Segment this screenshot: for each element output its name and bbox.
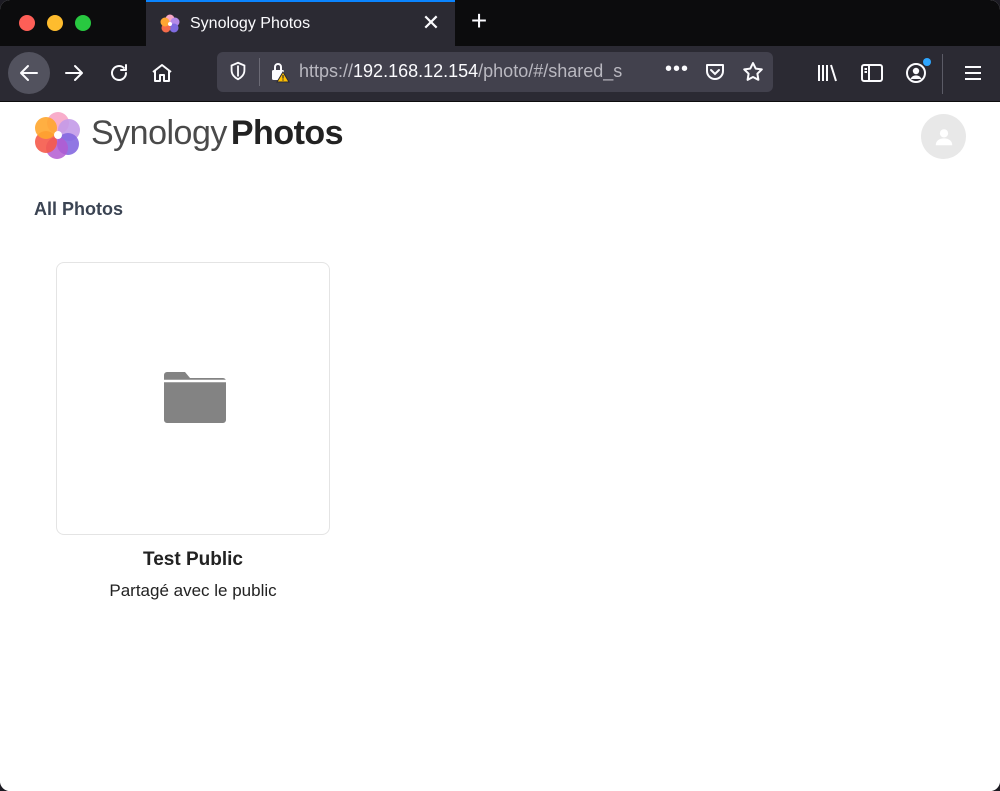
tracking-protection-shield-icon[interactable] bbox=[227, 60, 249, 82]
brand-synology: Synology bbox=[91, 114, 227, 152]
album-sharing-status: Partagé avec le public bbox=[109, 581, 277, 600]
new-tab-button[interactable]: + bbox=[466, 7, 492, 35]
account-notification-dot bbox=[923, 58, 931, 66]
home-icon bbox=[152, 64, 172, 82]
url-bar-divider bbox=[259, 58, 260, 86]
url-host: 192.168.12.154 bbox=[353, 61, 479, 81]
arrow-right-icon bbox=[65, 65, 83, 81]
window-minimize-button[interactable] bbox=[47, 15, 63, 31]
home-button[interactable] bbox=[141, 52, 183, 94]
browser-window: Synology Photos ✕ + https://192.168.12.1… bbox=[0, 0, 1000, 791]
hamburger-menu-icon[interactable] bbox=[960, 60, 986, 86]
url-path: /photo/#/shared_s bbox=[478, 61, 623, 81]
album-title[interactable]: Test Public bbox=[56, 549, 330, 571]
brand-photos: Photos bbox=[230, 114, 344, 152]
section-title-all-photos: All Photos bbox=[34, 199, 123, 219]
brand-wordmark: Synology Photos bbox=[91, 114, 344, 153]
user-avatar-icon bbox=[935, 128, 952, 145]
back-button[interactable] bbox=[8, 52, 50, 94]
page-content: Synology Photos All Photos Test Public Pa… bbox=[0, 102, 1000, 791]
url-text[interactable]: https://192.168.12.154/photo/#/shared_s bbox=[299, 61, 651, 82]
folder-icon bbox=[164, 372, 226, 423]
account-button[interactable] bbox=[903, 58, 931, 86]
bookmark-star-icon[interactable] bbox=[741, 60, 765, 84]
user-avatar-button[interactable] bbox=[921, 114, 966, 159]
page-actions-more-icon[interactable]: ••• bbox=[663, 58, 691, 86]
reload-button[interactable] bbox=[98, 52, 140, 94]
forward-button[interactable] bbox=[53, 52, 95, 94]
arrow-left-icon bbox=[20, 65, 38, 81]
synology-photos-favicon-icon bbox=[160, 14, 180, 33]
pocket-icon[interactable] bbox=[703, 60, 727, 84]
tab-strip: Synology Photos ✕ + bbox=[0, 0, 1000, 46]
sidebar-icon[interactable] bbox=[859, 60, 885, 86]
tab-close-icon[interactable]: ✕ bbox=[419, 11, 443, 35]
tab-synology-photos[interactable]: Synology Photos ✕ bbox=[146, 0, 455, 46]
synology-photos-logo-icon bbox=[35, 112, 80, 159]
window-maximize-button[interactable] bbox=[75, 15, 91, 31]
url-bar[interactable]: https://192.168.12.154/photo/#/shared_s … bbox=[217, 52, 773, 92]
navigation-toolbar: https://192.168.12.154/photo/#/shared_s … bbox=[0, 46, 1000, 102]
window-close-button[interactable] bbox=[19, 15, 35, 31]
album-card[interactable] bbox=[56, 262, 330, 535]
reload-icon bbox=[111, 64, 127, 81]
insecure-lock-warning-icon[interactable] bbox=[267, 60, 291, 84]
tab-title: Synology Photos bbox=[190, 15, 311, 32]
url-scheme: https:// bbox=[299, 61, 354, 81]
toolbar-separator bbox=[942, 54, 943, 94]
library-icon[interactable] bbox=[815, 60, 841, 86]
